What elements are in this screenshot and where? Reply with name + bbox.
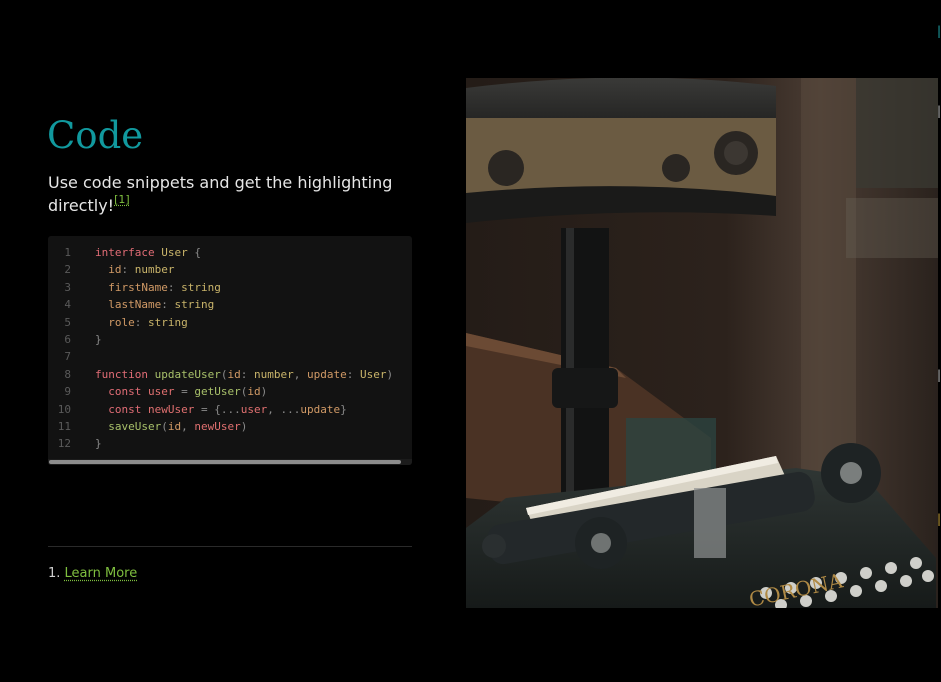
code-token: ) (240, 419, 248, 433)
code-line: 4 lastName: string (48, 296, 393, 313)
code-line: 3 firstName: string (48, 279, 393, 296)
code-line: 2 id: number (48, 261, 393, 278)
code-token: } (340, 402, 347, 416)
edge-fragment: | (937, 512, 941, 526)
code-token: interface (95, 246, 162, 259)
code-token: User (359, 367, 387, 381)
code-token: const (95, 402, 148, 416)
code-token: newUser (194, 419, 241, 433)
code-token: { (187, 246, 201, 259)
code-token: } (95, 332, 102, 346)
code-token: string (181, 280, 221, 294)
line-number: 8 (64, 367, 71, 381)
code-token: id (247, 385, 261, 399)
code-token: update (300, 402, 341, 416)
code-token: ) (386, 367, 394, 381)
line-number: 1 (64, 246, 71, 259)
code-token: : (134, 315, 148, 329)
code-token: : (161, 298, 175, 312)
code-token: string (174, 298, 215, 312)
line-number: 4 (64, 298, 71, 312)
code-scroll-thumb[interactable] (49, 460, 401, 464)
code-token: id (95, 263, 122, 277)
line-number: 2 (64, 263, 71, 277)
footnotes-list: 1. Learn More (48, 565, 137, 583)
typewriter-photo-illustration: CORONA (466, 78, 938, 608)
code-line: 6} (48, 331, 393, 348)
code-lines: 1 interface User {2 id: number 3 firstName… (48, 244, 393, 453)
code-line: 5 role: string (48, 314, 393, 331)
code-token: User (161, 246, 188, 259)
edge-fragment: | (937, 368, 941, 382)
line-number: 5 (64, 315, 71, 329)
code-line: 7 (48, 348, 393, 365)
code-line: 12} (48, 435, 393, 452)
code-token: lastName (95, 298, 162, 312)
footnotes-divider (48, 546, 412, 547)
line-number: 3 (64, 280, 71, 294)
line-number: 11 (57, 419, 71, 433)
line-number: 10 (57, 402, 71, 416)
learn-more-link[interactable]: Learn More (65, 566, 138, 581)
code-token: : (346, 367, 360, 381)
edge-fragment: | (937, 104, 941, 118)
code-token: update (306, 367, 347, 381)
code-token: } (95, 437, 102, 451)
code-token: : (240, 367, 254, 381)
code-token: = {... (194, 402, 241, 416)
code-token: , (181, 419, 195, 433)
description-text: Use code snippets and get the highlighti… (48, 173, 393, 215)
code-token: : (121, 263, 135, 277)
footnote-number: 1. (48, 566, 61, 581)
line-number: 6 (64, 332, 71, 346)
edge-fragment: | (937, 24, 941, 38)
code-token: ( (161, 419, 168, 433)
code-token: updateUser (154, 367, 221, 381)
code-token: newUser (147, 402, 195, 416)
code-token: firstName (95, 280, 168, 294)
code-line: 1 interface User { (48, 244, 393, 261)
code-token: number (134, 263, 175, 277)
code-line: 10 const newUser = {...user, ...update} (48, 401, 393, 418)
code-token: user (240, 402, 268, 416)
code-token: , ... (267, 402, 301, 416)
code-horizontal-scrollbar[interactable] (48, 459, 412, 465)
line-number: 9 (64, 385, 71, 399)
code-token: number (253, 367, 294, 381)
slide-title: Code (47, 114, 144, 157)
typewriter-photo: CORONA (466, 78, 938, 608)
code-token: function (95, 367, 155, 381)
code-token: id (227, 367, 241, 381)
code-token: getUser (194, 385, 241, 399)
slide-description: Use code snippets and get the highlighti… (48, 171, 408, 217)
code-token: , (293, 367, 307, 381)
code-token: : (167, 280, 182, 294)
code-block[interactable]: 1 interface User {2 id: number 3 firstName… (48, 236, 412, 465)
line-number: 7 (64, 350, 71, 364)
code-line: 9 const user = getUser(id) (48, 383, 393, 400)
code-token: string (148, 315, 188, 329)
footnote-item: 1. Learn More (48, 565, 137, 583)
code-token: ) (260, 385, 268, 399)
line-number: 12 (57, 437, 71, 451)
code-line: 11 saveUser(id, newUser) (48, 418, 393, 435)
code-token: id (167, 419, 182, 433)
code-line: 8 function updateUser(id: number, update:… (48, 366, 393, 383)
footnote-ref-link[interactable]: [1] (114, 193, 130, 206)
code-token: user (147, 385, 175, 399)
code-token: const (95, 385, 148, 399)
code-token: = (174, 385, 195, 399)
code-token: role (95, 315, 135, 329)
code-token: saveUser (95, 419, 162, 433)
